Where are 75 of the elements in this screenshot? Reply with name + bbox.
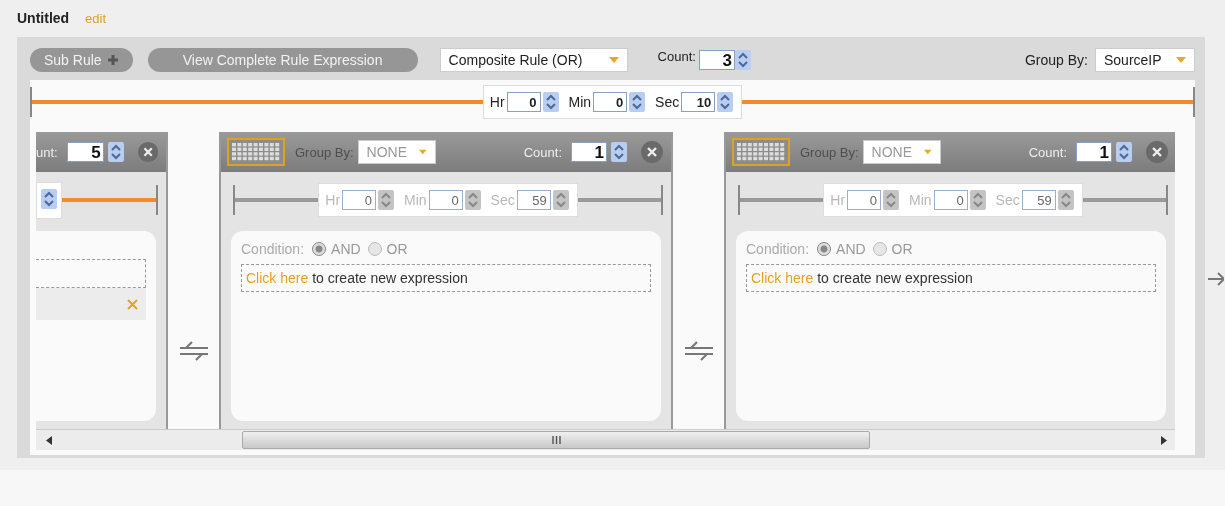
spinner-icon[interactable] bbox=[378, 190, 395, 210]
time-label: Hr bbox=[325, 192, 341, 208]
count-input[interactable]: 1 bbox=[571, 142, 607, 162]
count-label: Count: bbox=[657, 49, 696, 64]
caret-icon bbox=[608, 57, 619, 63]
group-by-label: Group By: bbox=[295, 144, 354, 160]
caret-icon bbox=[924, 149, 932, 155]
remove-icon[interactable] bbox=[127, 298, 138, 310]
expression-prompt: Click here to create new expression bbox=[241, 264, 651, 292]
radio-label: OR bbox=[386, 241, 408, 257]
group-by-label: Group By: bbox=[800, 144, 859, 160]
count-input[interactable]: 5 bbox=[66, 142, 104, 162]
expression-prompt: Click here to create new expression bbox=[746, 264, 1156, 292]
time-input[interactable]: 0 bbox=[847, 190, 882, 210]
count-input[interactable]: 1 bbox=[1076, 142, 1112, 162]
count-input[interactable]: 3 bbox=[698, 50, 735, 70]
spinner-icon[interactable] bbox=[464, 190, 481, 210]
plus-icon bbox=[106, 54, 119, 66]
time-input[interactable]: 10 bbox=[681, 92, 716, 112]
time-input[interactable]: 59 bbox=[1021, 190, 1056, 210]
time-label: Min bbox=[568, 94, 592, 110]
spinner-icon[interactable] bbox=[107, 142, 124, 162]
arrow-icon bbox=[1208, 272, 1224, 286]
condition-label: Condition: bbox=[241, 241, 305, 257]
time-input[interactable]: 0 bbox=[428, 190, 463, 210]
spinner-icon[interactable] bbox=[611, 142, 627, 162]
radio-button[interactable] bbox=[367, 242, 382, 256]
time-input[interactable]: 59 bbox=[516, 190, 551, 210]
radio-button[interactable] bbox=[872, 242, 887, 256]
radio-button[interactable] bbox=[312, 242, 327, 256]
spinner-icon[interactable] bbox=[883, 190, 900, 210]
count-label: Count: bbox=[523, 144, 562, 160]
group-by-dropdown[interactable]: SourceIP bbox=[1095, 48, 1195, 72]
time-label: Sec bbox=[995, 192, 1020, 208]
radio-label: AND bbox=[331, 241, 361, 257]
spinner-icon[interactable] bbox=[1057, 190, 1074, 210]
time-label: Min bbox=[909, 192, 932, 208]
swap-icon[interactable] bbox=[682, 339, 715, 362]
spinner-icon[interactable] bbox=[542, 92, 559, 112]
close-icon[interactable] bbox=[1146, 141, 1168, 163]
time-input[interactable]: 0 bbox=[593, 92, 628, 112]
scroll-left-icon[interactable] bbox=[46, 435, 52, 445]
keyboard-icon[interactable] bbox=[732, 138, 790, 166]
count-label: Count: bbox=[1028, 144, 1067, 160]
group-by-label: Group By: bbox=[1024, 52, 1088, 68]
time-label: Sec bbox=[490, 192, 515, 208]
caret-icon bbox=[419, 149, 427, 155]
horizontal-scrollbar[interactable] bbox=[36, 429, 1175, 450]
spinner-icon[interactable] bbox=[552, 190, 569, 210]
radio-label: AND bbox=[836, 241, 866, 257]
count-label: unt: bbox=[36, 144, 58, 160]
time-label: Min bbox=[404, 192, 427, 208]
close-icon[interactable] bbox=[137, 141, 158, 163]
spinner-icon[interactable] bbox=[629, 92, 646, 112]
keyboard-icon[interactable] bbox=[227, 138, 285, 166]
spinner-icon[interactable] bbox=[717, 92, 734, 112]
time-input[interactable]: 0 bbox=[506, 92, 541, 112]
spinner-icon[interactable] bbox=[41, 188, 57, 209]
close-icon[interactable] bbox=[641, 141, 663, 163]
radio-button[interactable] bbox=[817, 242, 832, 256]
swap-icon[interactable] bbox=[177, 339, 210, 362]
rule-title: Untitled bbox=[17, 10, 70, 26]
radio-label: OR bbox=[891, 241, 913, 257]
rule-type-dropdown[interactable]: Composite Rule (OR) bbox=[439, 48, 628, 72]
scrollbar-thumb[interactable] bbox=[242, 431, 870, 449]
condition-label: Condition: bbox=[746, 241, 810, 257]
caret-icon bbox=[1176, 57, 1186, 63]
time-label: Hr bbox=[489, 94, 505, 110]
time-label: Sec bbox=[655, 94, 680, 110]
spinner-icon[interactable] bbox=[1116, 142, 1132, 162]
spinner-icon[interactable] bbox=[969, 190, 986, 210]
time-input[interactable]: 0 bbox=[342, 190, 377, 210]
scroll-right-icon[interactable] bbox=[1161, 435, 1167, 445]
time-label: Hr bbox=[830, 192, 846, 208]
time-input[interactable]: 0 bbox=[933, 190, 968, 210]
